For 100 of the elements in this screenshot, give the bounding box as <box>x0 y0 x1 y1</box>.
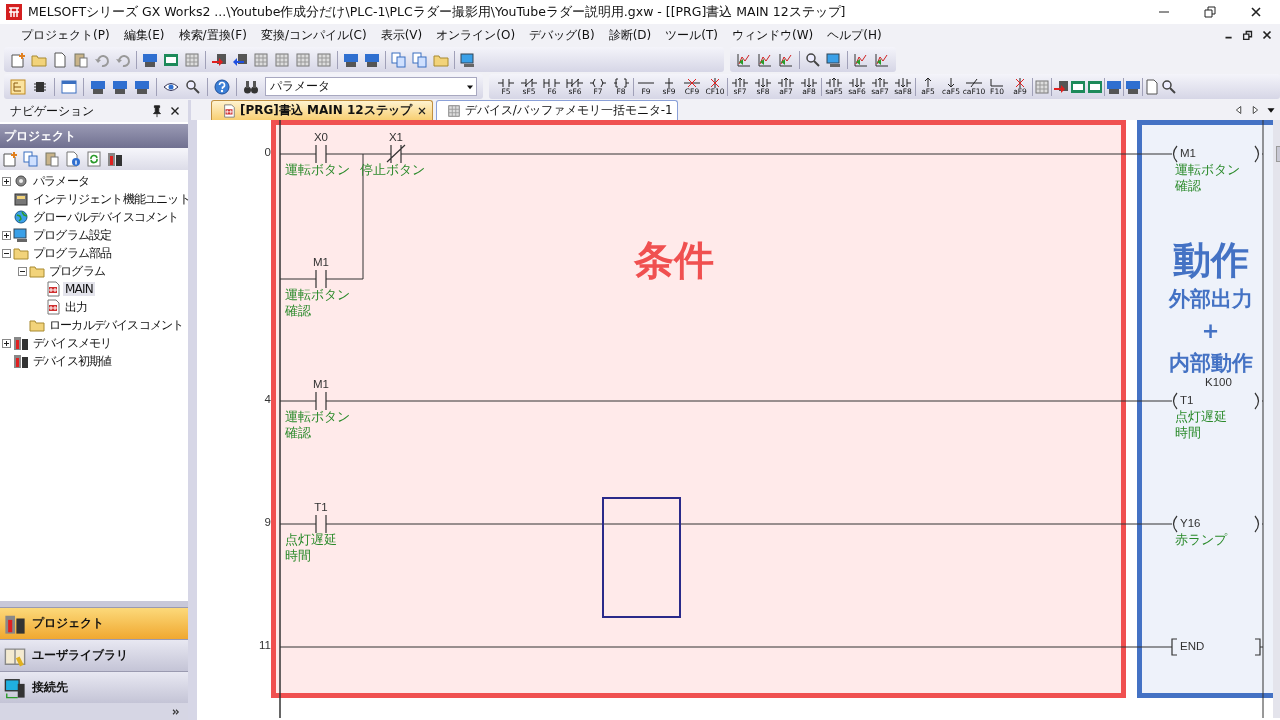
annotation-text: 内部動作 <box>1168 350 1253 377</box>
monitor-icon[interactable] <box>460 51 476 68</box>
paste-icon[interactable] <box>73 51 89 68</box>
menu-item[interactable]: 編集(E) <box>116 24 172 46</box>
window-icon[interactable] <box>61 78 77 95</box>
expand-toggle-icon[interactable] <box>2 176 11 186</box>
ladder-symbol-icon <box>894 77 912 88</box>
device-icon[interactable] <box>112 78 128 95</box>
help-icon[interactable] <box>214 78 230 95</box>
menu-item[interactable]: 検索/置換(F) <box>171 24 254 46</box>
coil-device-label: T1 <box>1180 393 1194 407</box>
tree-item[interactable]: プログラム <box>47 262 107 280</box>
tree-item[interactable]: プログラム設定 <box>31 226 114 244</box>
menu-item[interactable]: 診断(D) <box>601 24 659 46</box>
collapse-toggle-icon[interactable] <box>2 248 11 258</box>
device-icon[interactable] <box>142 51 158 68</box>
menu-item[interactable]: ヘルプ(H) <box>820 24 889 46</box>
graph-icon[interactable] <box>757 51 773 68</box>
end-bracket <box>1168 638 1178 656</box>
search-icon[interactable] <box>1161 78 1177 95</box>
no-contact-symbol[interactable] <box>315 514 327 534</box>
graph-icon[interactable] <box>778 51 794 68</box>
coil-bracket <box>1168 515 1178 533</box>
device-icon[interactable] <box>364 51 380 68</box>
editor-tab[interactable]: デバイス/バッファメモリ一括モニタ-1 <box>435 100 678 120</box>
tree-item[interactable]: ローカルデバイスコメント <box>47 316 186 334</box>
device-comment: 運転ボタン 確認 <box>1175 162 1240 194</box>
ladder-symbol-icon <box>871 77 889 88</box>
nav-button[interactable]: ユーザライブラリ <box>0 639 188 671</box>
write-arrow-icon[interactable] <box>211 51 227 68</box>
tree-item[interactable]: デバイス初期値 <box>31 352 114 370</box>
expand-toggle-icon[interactable] <box>2 338 11 348</box>
paste-icon[interactable] <box>44 151 60 167</box>
device-comment: 点灯遅延 時間 <box>285 532 337 564</box>
tree-item[interactable]: デバイスメモリ <box>31 334 114 352</box>
menu-item[interactable]: オンライン(O) <box>429 24 523 46</box>
no-contact-symbol[interactable] <box>315 269 327 289</box>
menu-item[interactable]: ツール(T) <box>658 24 725 46</box>
binoculars-icon[interactable] <box>243 78 259 95</box>
monitor-icon[interactable] <box>826 51 842 68</box>
tree-item[interactable]: MAIN <box>63 282 95 296</box>
step-number: 4 <box>263 393 271 405</box>
nav-button[interactable]: 接続先 <box>0 671 188 703</box>
device-label: M1 <box>312 377 330 391</box>
device-icon[interactable] <box>90 78 106 95</box>
menu-item[interactable]: プロジェクト(P) <box>14 24 117 46</box>
wire <box>279 278 317 280</box>
graph-icon[interactable] <box>736 51 752 68</box>
tree-item-icon <box>13 245 29 261</box>
collapse-toggle-icon[interactable] <box>18 266 27 276</box>
tree-item[interactable]: グローバルデバイスコメント <box>31 208 181 226</box>
ladder-symbol-icon <box>543 77 561 88</box>
tree-item[interactable]: パラメータ <box>31 172 91 190</box>
end-instruction: END <box>1180 639 1205 653</box>
ladder-symbol-icon <box>988 77 1006 88</box>
read-arrow-icon[interactable] <box>232 51 248 68</box>
menu-item[interactable]: デバッグ(B) <box>522 24 602 46</box>
nc-contact-symbol[interactable] <box>386 144 406 164</box>
no-contact-symbol[interactable] <box>315 144 327 164</box>
device-dropdown[interactable]: パラメータ <box>265 77 477 96</box>
device-icon[interactable] <box>343 51 359 68</box>
menu-item[interactable]: ウィンドウ(W) <box>725 24 821 46</box>
refresh-icon[interactable] <box>86 151 102 167</box>
coil-bracket <box>1254 515 1264 533</box>
copy-icon[interactable] <box>391 51 407 68</box>
no-contact-symbol[interactable] <box>315 391 327 411</box>
tab-icon <box>222 103 236 118</box>
graph-icon[interactable] <box>874 51 890 68</box>
copy-icon[interactable] <box>412 51 428 68</box>
tree-item[interactable]: 出力 <box>63 298 90 316</box>
copy-icon[interactable] <box>23 151 39 167</box>
new-project-icon[interactable] <box>10 51 26 68</box>
expand-toggle-icon[interactable] <box>2 230 11 240</box>
info-icon[interactable] <box>65 151 81 167</box>
tree-item-icon <box>13 227 29 243</box>
panel-title: ナビゲーション <box>10 102 95 120</box>
coil-device-label: M1 <box>1180 146 1196 160</box>
coil-bracket <box>1254 145 1264 163</box>
plc-icon[interactable] <box>107 151 123 167</box>
device-icon[interactable] <box>134 78 150 95</box>
menu-item[interactable]: 変換/コンパイル(C) <box>253 24 374 46</box>
restore-icon[interactable] <box>1202 4 1218 20</box>
tree-item[interactable]: インテリジェント機能ユニット <box>31 190 192 208</box>
restore-icon[interactable] <box>1241 28 1255 42</box>
editor-tab[interactable]: [PRG]書込 MAIN 12ステップ <box>211 100 433 120</box>
annotation-label: 条件 <box>633 236 714 285</box>
nav-button[interactable]: プロジェクト <box>0 607 188 639</box>
device-label: X1 <box>387 130 405 144</box>
tree-item[interactable]: プログラム部品 <box>31 244 114 262</box>
ladder-symbol-icon <box>520 77 538 88</box>
search-icon[interactable] <box>185 78 201 95</box>
graph-icon[interactable] <box>853 51 869 68</box>
search-icon[interactable] <box>805 51 821 68</box>
menu-item[interactable]: 表示(V) <box>373 24 430 46</box>
device-icon[interactable] <box>163 51 179 68</box>
pin-icon[interactable] <box>150 104 164 118</box>
ladder-symbol-icon <box>566 77 584 88</box>
close-icon[interactable] <box>1260 28 1274 42</box>
new-document-icon[interactable] <box>2 151 18 167</box>
step-number: 11 <box>258 639 271 651</box>
